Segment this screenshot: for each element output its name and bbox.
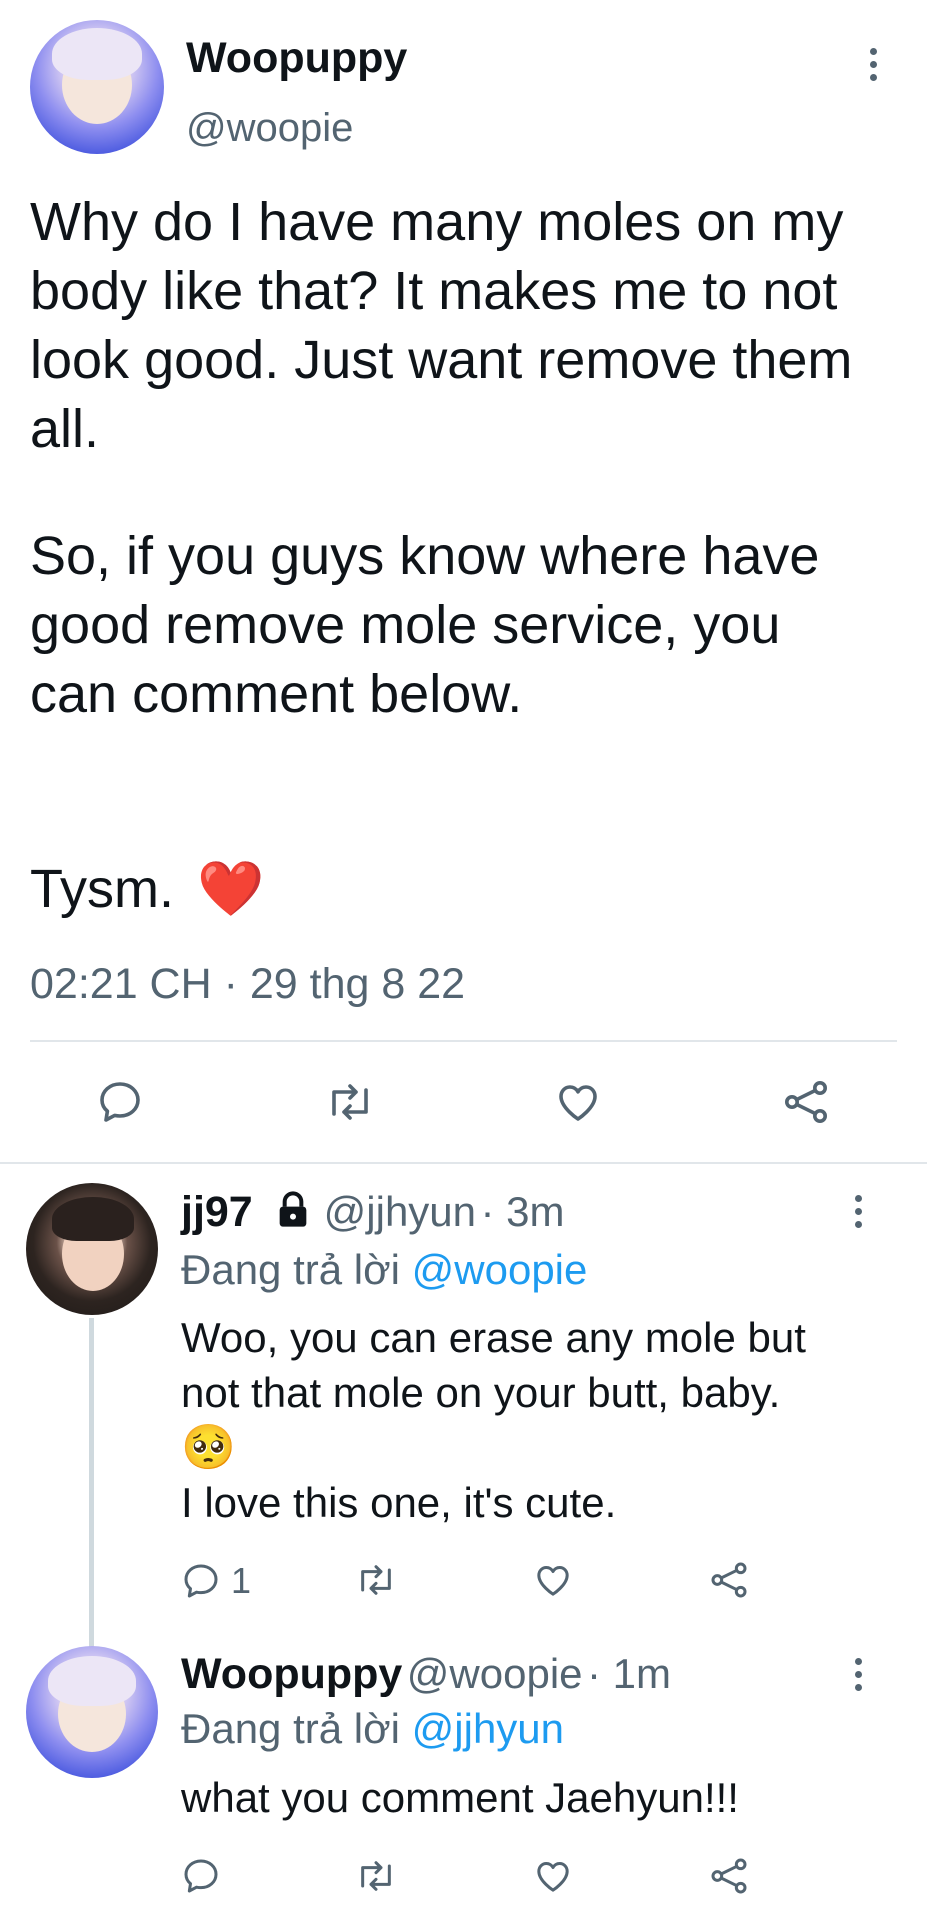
actions-divider-top xyxy=(30,1040,897,1042)
actions-divider-bottom xyxy=(0,1162,927,1164)
avatar-hair xyxy=(48,1656,136,1706)
heart-emoji: ❤️ xyxy=(197,859,265,919)
tweet-text-p1: Why do I have many moles on my body like… xyxy=(30,192,853,459)
share-icon xyxy=(711,1562,747,1598)
reply-retweet-button[interactable] xyxy=(354,1560,398,1600)
share-icon xyxy=(711,1858,747,1894)
reply-display-name[interactable]: jj97 xyxy=(181,1188,253,1236)
reply-retweet-button[interactable] xyxy=(354,1856,398,1896)
reply-header: Woopuppy @woopie · 1m xyxy=(181,1650,671,1699)
reply-more-icon[interactable] xyxy=(852,1195,864,1228)
like-icon xyxy=(537,1862,569,1892)
replying-to-link[interactable]: @jjhyun xyxy=(412,1705,564,1752)
retweet-icon xyxy=(361,1565,391,1595)
replying-to: Đang trả lời @woopie xyxy=(181,1246,587,1294)
reply-text-line1: what you comment Jaehyun!!! xyxy=(181,1774,739,1821)
reply-icon xyxy=(100,1082,140,1122)
avatar-hair xyxy=(52,28,142,80)
reply-text-line3: I love this one, it's cute. xyxy=(181,1479,617,1526)
replying-to: Đang trả lời @jjhyun xyxy=(181,1705,564,1753)
reply-avatar-jj97[interactable] xyxy=(26,1183,158,1315)
more-icon[interactable] xyxy=(867,48,879,81)
author-display-name[interactable]: Woopuppy xyxy=(186,34,407,83)
reply-header: jj97 @jjhyun · 3m xyxy=(181,1188,564,1237)
lock-icon xyxy=(279,1191,307,1227)
thread-line xyxy=(89,1318,94,1648)
tweet-text-p2: So, if you guys know where have good rem… xyxy=(30,526,820,724)
retweet-icon xyxy=(361,1861,391,1891)
author-avatar[interactable] xyxy=(30,20,164,154)
reply-more-icon[interactable] xyxy=(852,1658,864,1691)
like-button[interactable] xyxy=(553,1078,603,1126)
retweet-button[interactable] xyxy=(324,1078,376,1126)
replying-prefix: Đang trả lời xyxy=(181,1705,400,1752)
share-icon xyxy=(785,1081,827,1123)
reply-button[interactable] xyxy=(96,1078,144,1126)
reply-reply-button[interactable]: 1 xyxy=(181,1560,251,1602)
reply-share-button[interactable] xyxy=(708,1560,750,1600)
reply-text-line2: not that mole on your butt, baby. xyxy=(181,1369,781,1416)
reply-time: · 3m xyxy=(480,1188,565,1235)
tweet-text-p3: Tysm. ❤️ xyxy=(30,855,264,924)
tweet-timestamp[interactable]: 02:21 CH · 29 thg 8 22 xyxy=(30,960,465,1009)
reply-share-button[interactable] xyxy=(708,1856,750,1896)
retweet-icon xyxy=(332,1084,368,1120)
reply-icon xyxy=(184,1564,218,1598)
avatar-hair xyxy=(52,1197,134,1241)
tweet-text-signoff: Tysm. xyxy=(30,859,174,919)
like-icon xyxy=(559,1085,597,1121)
reply-count: 1 xyxy=(231,1560,252,1601)
replying-prefix: Đang trả lời xyxy=(181,1246,400,1293)
reply-like-button[interactable] xyxy=(532,1856,574,1896)
reply-text-line1: Woo, you can erase any mole but xyxy=(181,1314,806,1361)
reply-reply-button[interactable] xyxy=(181,1856,221,1896)
reply-handle[interactable]: @jjhyun xyxy=(324,1188,476,1235)
reply-icon xyxy=(184,1859,218,1893)
reply-avatar-woopuppy[interactable] xyxy=(26,1646,158,1778)
reply-handle[interactable]: @woopie xyxy=(407,1650,583,1697)
reply-display-name[interactable]: Woopuppy xyxy=(181,1650,402,1698)
share-button[interactable] xyxy=(781,1078,831,1126)
reply-like-button[interactable] xyxy=(532,1560,574,1600)
like-icon xyxy=(537,1566,569,1596)
author-handle[interactable]: @woopie xyxy=(186,106,353,151)
reply-time: · 1m xyxy=(586,1650,671,1697)
replying-to-link[interactable]: @woopie xyxy=(412,1246,588,1293)
reply-emoji: 🥺 xyxy=(181,1423,236,1472)
